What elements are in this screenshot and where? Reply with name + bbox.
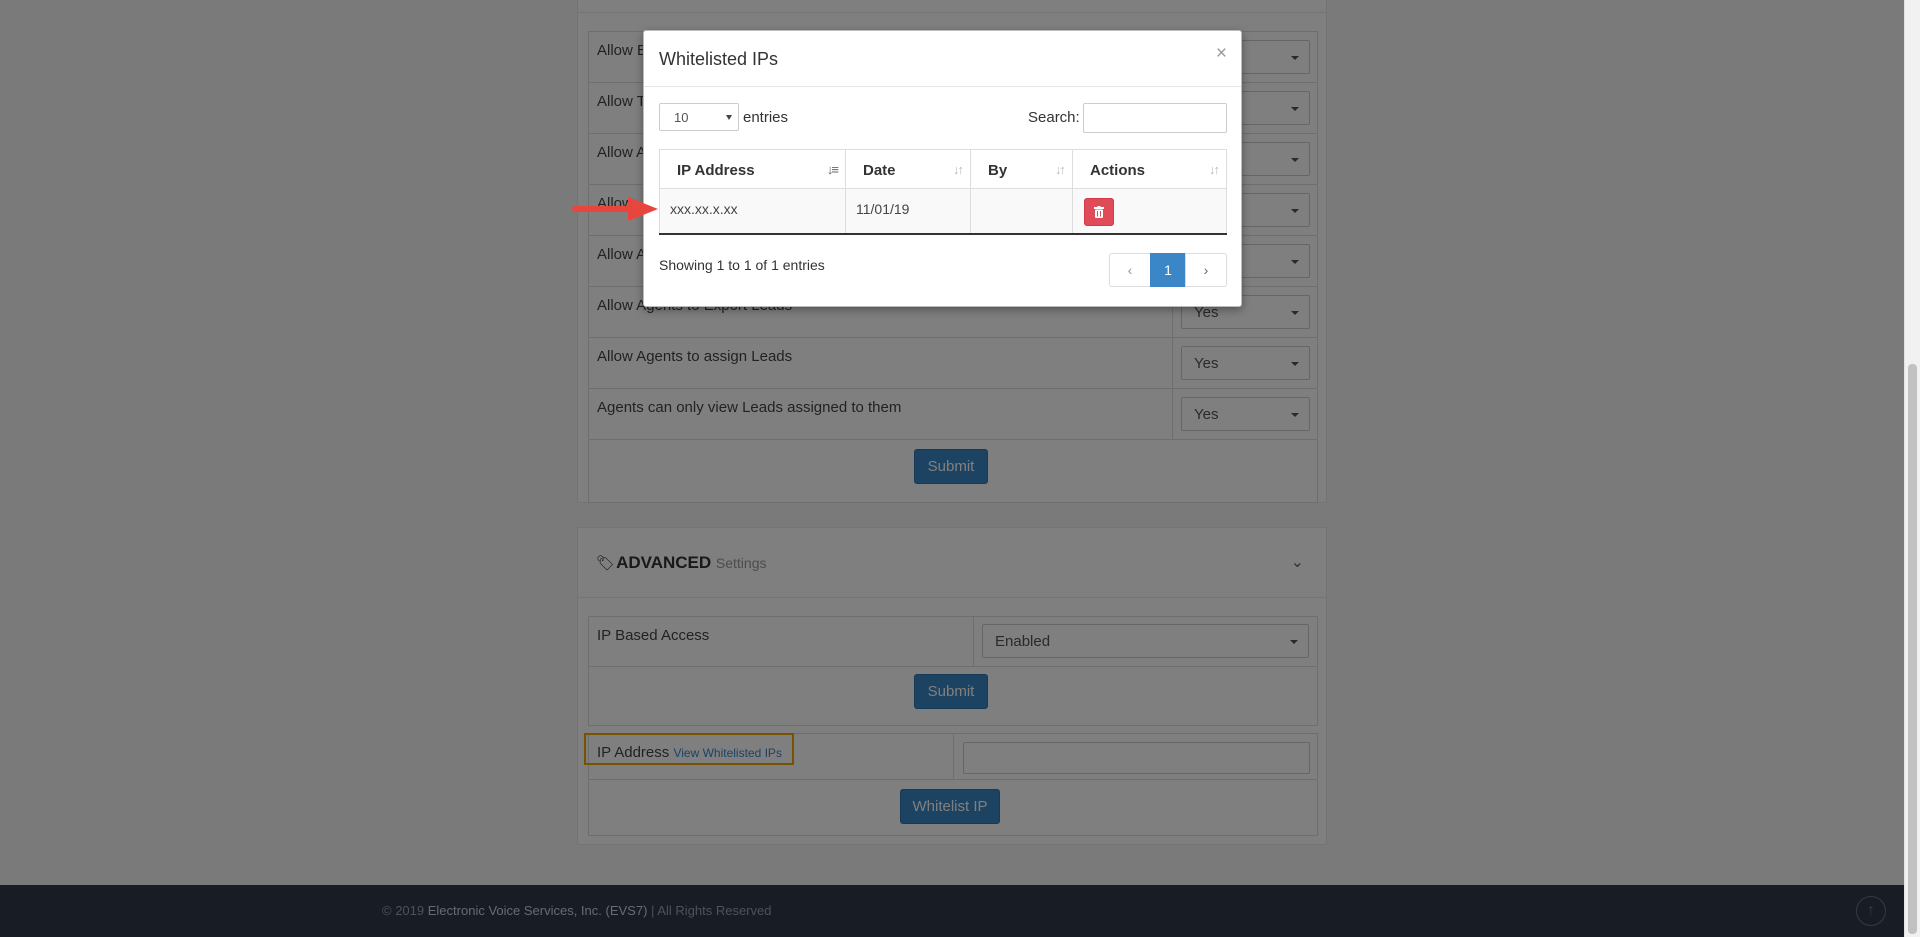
scrollbar-thumb[interactable] [1908,364,1917,934]
entries-label: entries [743,109,789,126]
table-row: xxx.xx.x.xx 11/01/19 [659,189,1227,235]
search-input[interactable] [1083,103,1227,133]
table-header: IP Address ↓≡ Date ↓↑ By ↓↑ Actions ↓↑ [659,149,1227,189]
page-length-select[interactable]: 10 [659,103,739,131]
sort-desc-icon: ↓≡ [826,162,839,177]
whitelist-data-table: IP Address ↓≡ Date ↓↑ By ↓↑ Actions ↓↑ x… [659,149,1227,235]
ip-cell: xxx.xx.x.xx [670,201,738,217]
whitelisted-ips-modal: Whitelisted IPs × 10 entries Search: IP … [643,30,1242,307]
page-1-button[interactable]: 1 [1150,253,1186,287]
column-header-date[interactable]: Date ↓↑ [845,150,970,188]
previous-page-button[interactable]: ‹ [1109,253,1151,287]
modal-title: Whitelisted IPs [659,49,779,69]
sort-icon: ↓↑ [953,162,964,177]
search-label: Search: [1028,109,1080,126]
table-info: Showing 1 to 1 of 1 entries [659,257,825,273]
trash-icon [1094,206,1104,218]
column-header-actions[interactable]: Actions ↓↑ [1072,150,1227,188]
close-icon[interactable]: × [1216,43,1227,65]
delete-button[interactable] [1084,198,1114,226]
sort-icon: ↓↑ [1209,162,1220,177]
next-page-button[interactable]: › [1185,253,1227,287]
column-header-by[interactable]: By ↓↑ [970,150,1072,188]
modal-header: Whitelisted IPs × [644,31,1241,87]
sort-icon: ↓↑ [1055,162,1066,177]
red-arrow-annotation [572,197,658,221]
column-header-ip-address[interactable]: IP Address ↓≡ [659,150,845,188]
scrollbar[interactable] [1904,0,1920,937]
date-cell: 11/01/19 [856,201,910,217]
